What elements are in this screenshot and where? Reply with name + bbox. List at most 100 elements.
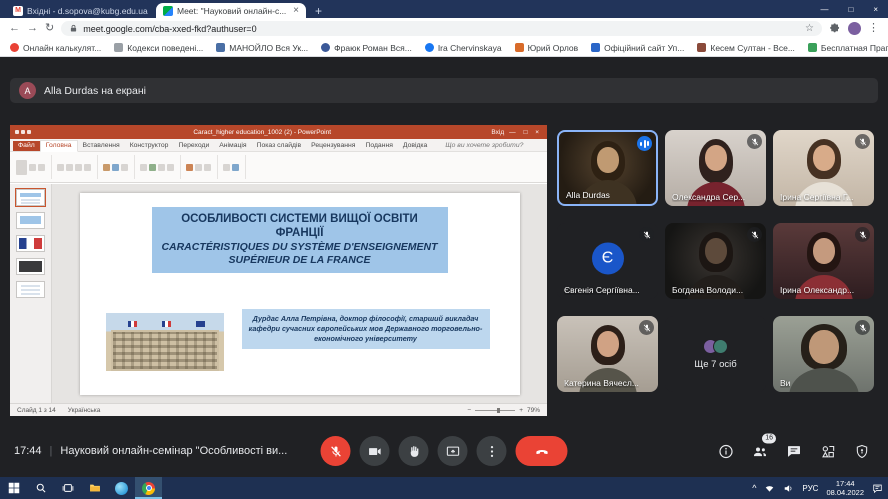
powerpoint-signin: Вхід xyxy=(491,129,504,136)
french-flag-icon xyxy=(162,321,171,327)
more-options-button[interactable] xyxy=(477,436,507,466)
lock-icon xyxy=(69,24,78,33)
start-button[interactable] xyxy=(0,477,27,499)
task-view-button[interactable] xyxy=(54,477,81,499)
ribbon-tab: Показ слайдів xyxy=(252,141,307,151)
bookmark-item[interactable]: Бесплатная Прага... xyxy=(808,43,888,53)
meeting-title: Науковий онлайн-семінар "Особливості ви.… xyxy=(60,445,287,457)
window-controls: — □ × xyxy=(810,0,888,18)
new-tab-button[interactable]: + xyxy=(306,3,331,18)
bookmark-item[interactable]: Фраюк Роман Вся... xyxy=(321,43,412,53)
maximize-button[interactable]: □ xyxy=(838,5,863,14)
raise-hand-button[interactable] xyxy=(399,436,429,466)
participant-tile[interactable]: Богдана Володи... xyxy=(665,223,766,299)
slide-author-text: Дурдас Алла Петрівна, доктор філософії, … xyxy=(242,309,490,349)
current-slide: ОСОБЛИВОСТІ СИСТЕМИ ВИЩОЇ ОСВІТИ ФРАНЦІЇ… xyxy=(80,193,520,395)
tab-meet[interactable]: Meet: "Науковий онлайн-с... × xyxy=(156,3,306,18)
chat-icon[interactable] xyxy=(785,443,802,460)
host-controls-icon[interactable] xyxy=(853,443,870,460)
search-button[interactable] xyxy=(27,477,54,499)
slide-thumbnails-panel xyxy=(10,184,52,403)
close-tab-icon[interactable]: × xyxy=(293,5,299,16)
slide-thumbnail xyxy=(16,281,45,298)
participant-tile[interactable]: Катерина Вячесл... xyxy=(557,316,658,392)
participant-tile[interactable]: Є Євгенія Сергіївна... xyxy=(557,223,658,299)
presenting-banner: A Alla Durdas на екрані xyxy=(10,78,878,103)
close-window-button[interactable]: × xyxy=(863,5,888,14)
taskbar-clock[interactable]: 17:44 08.04.2022 xyxy=(826,479,864,498)
minimize-button[interactable]: — xyxy=(810,5,838,14)
language-indicator[interactable]: РУС xyxy=(802,484,818,493)
back-button[interactable]: ← xyxy=(9,23,20,34)
overflow-participants-tile[interactable]: Ще 7 осіб xyxy=(665,316,766,392)
participant-tile[interactable]: Ірина Сергіївна Г... xyxy=(773,130,874,206)
extensions-icon[interactable] xyxy=(829,23,841,35)
french-flag-icon xyxy=(128,321,137,327)
end-call-button[interactable] xyxy=(516,436,568,466)
forward-button[interactable]: → xyxy=(27,23,38,34)
self-view-tile[interactable]: Ви xyxy=(773,316,874,392)
tray-chevron-icon[interactable]: ^ xyxy=(752,483,756,493)
powerpoint-window-controls: — □ × xyxy=(509,129,542,136)
chrome-icon[interactable] xyxy=(135,477,162,499)
bookmarks-bar: Онлайн калькулят... Кодекси поведені... … xyxy=(0,39,888,57)
action-center-icon[interactable] xyxy=(872,483,883,494)
ribbon-group xyxy=(223,155,246,179)
participant-tile[interactable]: Alla Durdas xyxy=(557,130,658,206)
participants-count-badge: 16 xyxy=(762,434,776,444)
volume-icon[interactable] xyxy=(783,483,794,494)
divider: | xyxy=(50,445,53,457)
ribbon-tab: Переходи xyxy=(173,141,214,151)
speaking-indicator-icon xyxy=(637,136,652,151)
reload-button[interactable]: ↻ xyxy=(45,23,54,34)
bookmark-item[interactable]: Юрий Орлов xyxy=(515,43,579,53)
address-bar[interactable]: meet.google.com/cba-xxed-fkd?authuser=0 … xyxy=(61,21,822,36)
ribbon-tab: Конструктор xyxy=(125,141,174,151)
mic-off-icon xyxy=(855,227,870,242)
meet-app: A Alla Durdas на екрані Caract_higher ed… xyxy=(0,57,888,477)
camera-button[interactable] xyxy=(360,436,390,466)
browser-toolbar: ← → ↻ meet.google.com/cba-xxed-fkd?authu… xyxy=(0,18,888,39)
mic-button[interactable] xyxy=(321,436,351,466)
ribbon-tab: Рецензування xyxy=(306,141,360,151)
zoom-out-icon: − xyxy=(467,407,471,414)
participant-tile[interactable]: Олександра Сер... xyxy=(665,130,766,206)
ribbon-group xyxy=(186,155,218,179)
bookmark-item[interactable]: Ira Chervinskaya xyxy=(425,43,502,53)
participant-name: Ірина Сергіївна Г... xyxy=(780,192,854,202)
tab-gmail[interactable]: M Вхідні - d.sopova@kubg.edu.ua xyxy=(6,3,156,18)
participants-icon[interactable]: 16 xyxy=(751,443,768,460)
info-icon[interactable] xyxy=(717,443,734,460)
meeting-info: 17:44 | Науковий онлайн-семінар "Особлив… xyxy=(14,445,287,457)
bookmark-favicon xyxy=(697,43,706,52)
present-button[interactable] xyxy=(438,436,468,466)
shared-screen-presentation: Caract_higher education_1002 (2) - Power… xyxy=(10,125,547,416)
participant-tile[interactable]: Ірина Олександр... xyxy=(773,223,874,299)
slide-title-box: ОСОБЛИВОСТІ СИСТЕМИ ВИЩОЇ ОСВІТИ ФРАНЦІЇ… xyxy=(152,207,448,273)
eu-flag-icon xyxy=(196,321,205,327)
file-explorer-icon[interactable] xyxy=(81,477,108,499)
tab-title: Вхідні - d.sopova@kubg.edu.ua xyxy=(27,6,149,16)
bookmark-item[interactable]: Офіційний сайт Уп... xyxy=(591,43,684,53)
bookmark-item[interactable]: Кодекси поведені... xyxy=(114,43,203,53)
participant-name: Alla Durdas xyxy=(566,190,610,200)
desktop-screen: M Вхідні - d.sopova@kubg.edu.ua Meet: "Н… xyxy=(0,0,888,499)
tab-title: Meet: "Науковий онлайн-с... xyxy=(177,6,289,16)
ribbon-group xyxy=(103,155,135,179)
bookmark-favicon xyxy=(10,43,19,52)
meet-favicon xyxy=(163,6,173,16)
activities-icon[interactable] xyxy=(819,443,836,460)
edge-icon[interactable] xyxy=(108,477,135,499)
bookmark-item[interactable]: Кесем Султан - Все... xyxy=(697,43,795,53)
network-icon[interactable] xyxy=(764,483,775,494)
powerpoint-ribbon-tabs: Файл Головна Вставлення Конструктор Пере… xyxy=(10,139,547,152)
participant-name: Катерина Вячесл... xyxy=(564,378,639,388)
bookmark-star-icon[interactable]: ☆ xyxy=(805,23,814,34)
mic-off-icon xyxy=(639,320,654,335)
profile-avatar[interactable] xyxy=(848,22,861,35)
bookmark-item[interactable]: Онлайн калькулят... xyxy=(10,43,101,53)
slide-canvas: ОСОБЛИВОСТІ СИСТЕМИ ВИЩОЇ ОСВІТИ ФРАНЦІЇ… xyxy=(52,184,547,403)
bookmark-item[interactable]: МАНОЙЛО Вся Ук... xyxy=(216,43,308,53)
browser-menu-icon[interactable]: ⋮ xyxy=(868,23,879,34)
zoom-slider xyxy=(475,410,515,411)
